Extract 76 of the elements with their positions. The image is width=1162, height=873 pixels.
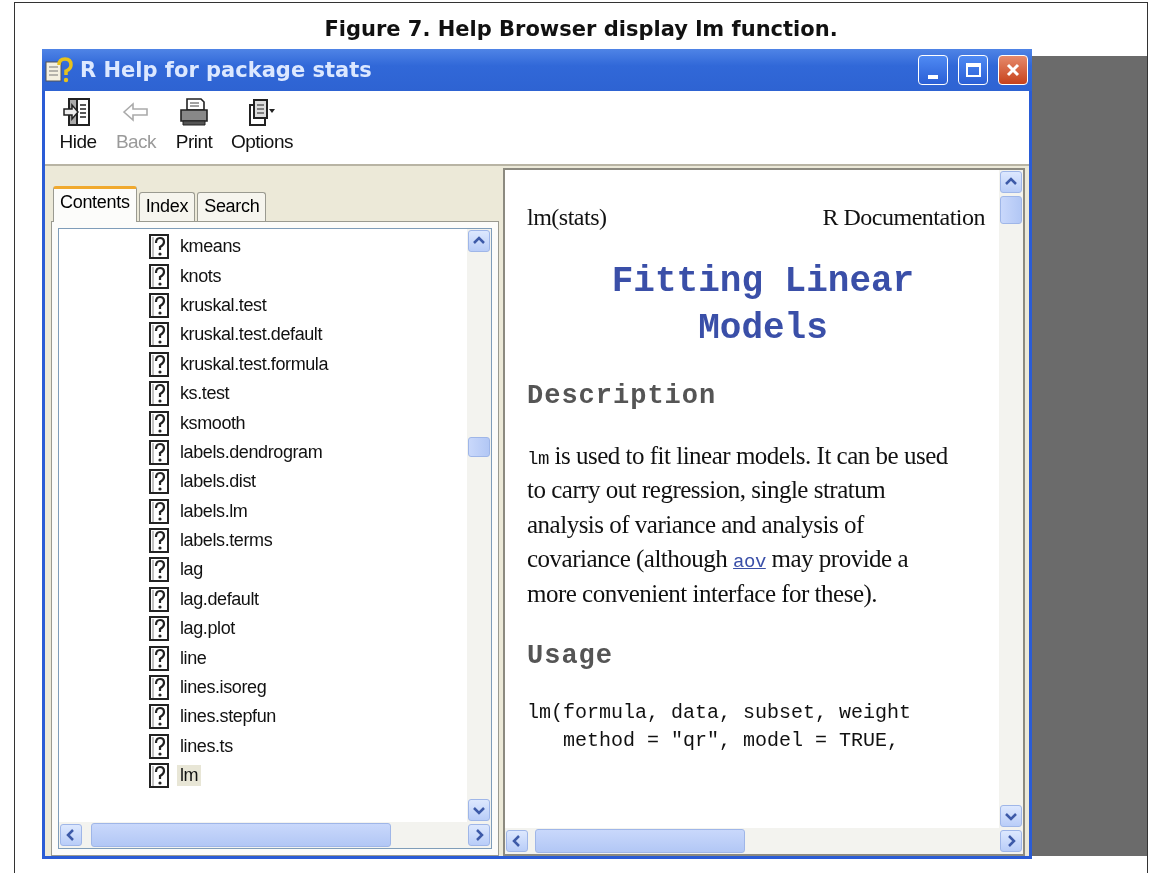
help-topic-icon (149, 763, 169, 789)
help-topic-icon (149, 645, 169, 671)
scroll-right-button[interactable] (1000, 830, 1022, 852)
scroll-left-button[interactable] (506, 830, 528, 852)
section-heading: Description (527, 380, 718, 411)
scroll-right-button[interactable] (468, 824, 490, 846)
help-topic-icon (149, 234, 169, 260)
topic-item[interactable]: kruskal.test.formula (177, 353, 332, 375)
maximize-icon (964, 61, 982, 79)
close-icon (1004, 61, 1022, 79)
figure-caption: Figure 7. Help Browser display lm function. (323, 16, 839, 43)
minimize-icon (928, 75, 938, 79)
scrollbar-thumb[interactable] (91, 823, 391, 847)
help-topic-icon (149, 498, 169, 524)
code-line: lm(formula, data, subset, weight (527, 700, 913, 727)
code-line: method = "qr", model = TRUE, (562, 727, 901, 754)
help-topic-icon (149, 469, 169, 495)
tab[interactable]: Index (138, 192, 196, 221)
scroll-down-button[interactable] (468, 799, 490, 821)
scroll-left-button[interactable] (60, 824, 82, 846)
window-title: R Help for package stats (80, 58, 373, 82)
topic-item[interactable]: kruskal.test (177, 294, 270, 316)
help-topic-icon (149, 292, 169, 318)
help-topic-icon (149, 381, 169, 407)
help-book-icon (44, 56, 74, 84)
print-button[interactable]: Print (169, 97, 219, 164)
page-header: lm(stats) (527, 204, 607, 231)
help-topic-icon (149, 410, 169, 436)
topic-item[interactable]: lines.isoreg (177, 677, 270, 699)
scrollbar-thumb[interactable] (535, 829, 745, 853)
help-topic-icon (149, 557, 169, 583)
topic-item[interactable]: lm (177, 765, 202, 787)
topic-item[interactable]: lines.stepfun (177, 706, 279, 728)
help-topic-icon (149, 616, 169, 642)
description-paragraph: lm is used to fit linear models. It can be used to carry out regression, single stratum analysis of variance and analysis of covariance (although aov may provide a more convenient interface for these). (527, 440, 949, 610)
scroll-up-button[interactable] (468, 230, 490, 252)
close-button[interactable] (998, 55, 1028, 85)
section-heading: Usage (527, 641, 614, 672)
topic-item[interactable]: labels.terms (177, 530, 276, 552)
help-topic-icon (149, 704, 169, 730)
topic-item[interactable]: kmeans (177, 236, 244, 258)
help-topic-icon (149, 439, 169, 465)
topic-item[interactable]: knots (177, 265, 225, 287)
options-button[interactable]: Options (227, 97, 297, 164)
topic-item[interactable]: lag.default (177, 588, 262, 610)
topic-item[interactable]: ks.test (177, 383, 233, 405)
help-topic-icon (149, 351, 169, 377)
topic-item[interactable]: labels.lm (177, 500, 251, 522)
topic-item[interactable]: lag (177, 559, 206, 581)
help-topic-icon (149, 322, 169, 348)
help-topic-icon (149, 528, 169, 554)
scroll-up-button[interactable] (1000, 171, 1022, 193)
help-topic-icon (149, 733, 169, 759)
options-icon (246, 97, 278, 127)
scrollbar-thumb[interactable] (1000, 196, 1022, 224)
topic-link[interactable]: aov (733, 551, 766, 574)
tab[interactable]: Contents (53, 186, 137, 222)
topic-item[interactable]: line (177, 647, 210, 669)
help-topic-icon (149, 586, 169, 612)
tab[interactable]: Search (197, 192, 267, 221)
scrollbar-thumb[interactable] (468, 437, 490, 457)
topic-item[interactable]: lines.ts (177, 735, 236, 757)
help-topic-icon (149, 675, 169, 701)
topic-item[interactable]: lag.plot (177, 618, 238, 640)
page-title: Fitting Linear Models (610, 260, 916, 351)
topic-item[interactable]: labels.dendrogram (177, 441, 326, 463)
topic-item[interactable]: labels.dist (177, 471, 259, 493)
topic-item[interactable]: ksmooth (177, 412, 249, 434)
page-header: R Documentation (822, 204, 985, 231)
printer-icon (178, 97, 210, 127)
topic-item[interactable]: kruskal.test.default (177, 324, 326, 346)
scroll-down-button[interactable] (1000, 805, 1022, 827)
help-topic-icon (149, 263, 169, 289)
maximize-button[interactable] (958, 55, 988, 85)
minimize-button[interactable] (918, 55, 948, 85)
hide-button[interactable]: Hide (53, 97, 103, 164)
